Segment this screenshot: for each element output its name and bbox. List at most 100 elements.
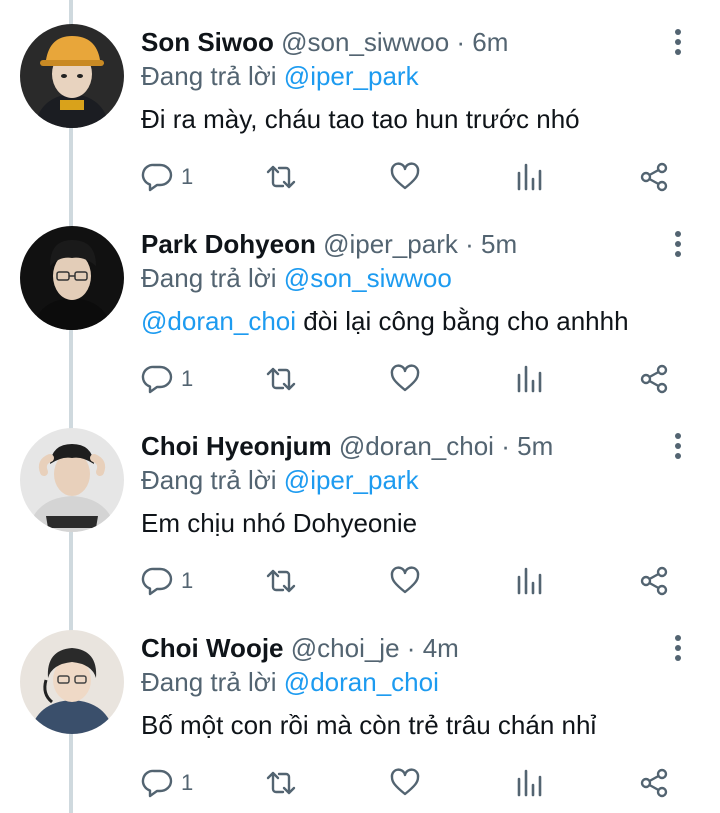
avatar-image [20, 226, 124, 330]
reply-button[interactable]: 1 [141, 562, 193, 600]
share-button[interactable] [638, 764, 670, 802]
tweet-text: Bố một con rồi mà còn trẻ trâu chán nhỉ [141, 706, 596, 744]
stats-button[interactable] [514, 764, 546, 802]
share-icon [640, 364, 668, 394]
stats-button[interactable] [514, 158, 546, 196]
vertical-dots-icon [675, 433, 681, 439]
more-options-button[interactable] [664, 228, 692, 260]
text-content: Đi ra mày, cháu tao tao hun trước nhó [141, 104, 580, 134]
reply-tweet[interactable]: Choi Hyeonjum @doran_choi · 5m Đang trả … [0, 404, 720, 606]
share-button[interactable] [638, 158, 670, 196]
timestamp[interactable]: 5m [517, 431, 553, 461]
tweet-header: Choi Hyeonjum @doran_choi · 5m [141, 428, 553, 464]
display-name[interactable]: Park Dohyeon [141, 229, 316, 259]
vertical-dots-icon [675, 231, 681, 237]
replying-to-mention[interactable]: @doran_choi [284, 667, 439, 697]
share-button[interactable] [638, 562, 670, 600]
display-name[interactable]: Choi Wooje [141, 633, 284, 663]
user-handle[interactable]: @iper_park [323, 229, 458, 259]
action-bar: 1 [0, 352, 720, 406]
avatar[interactable] [20, 24, 124, 128]
tweet-header: Park Dohyeon @iper_park · 5m [141, 226, 517, 262]
replying-to: Đang trả lời @iper_park [141, 462, 419, 498]
reply-count: 1 [181, 568, 194, 593]
separator-dot: · [465, 229, 474, 259]
reply-tweet[interactable]: Choi Wooje @choi_je · 4m Đang trả lời @d… [0, 606, 720, 808]
speech-bubble-icon [141, 365, 173, 394]
stats-button[interactable] [514, 360, 546, 398]
bar-chart-icon [517, 769, 542, 797]
tweet-text: @doran_choi đòi lại công bằng cho anhhh [141, 302, 629, 340]
avatar-image [20, 630, 124, 734]
replying-to-label: Đang trả lời [141, 667, 277, 697]
more-options-button[interactable] [664, 430, 692, 462]
replying-to: Đang trả lời @doran_choi [141, 664, 439, 700]
speech-bubble-icon [141, 163, 173, 192]
replying-to-mention[interactable]: @iper_park [284, 465, 419, 495]
reply-tweet[interactable]: Park Dohyeon @iper_park · 5m Đang trả lờ… [0, 202, 720, 404]
tweet-header: Choi Wooje @choi_je · 4m [141, 630, 459, 666]
more-options-button[interactable] [664, 632, 692, 664]
replying-to-mention[interactable]: @son_siwwoo [284, 263, 452, 293]
avatar[interactable] [20, 428, 124, 532]
tweet-header: Son Siwoo @son_siwwoo · 6m [141, 24, 508, 60]
timestamp[interactable]: 6m [472, 27, 508, 57]
heart-icon [390, 768, 420, 796]
reply-count: 1 [181, 366, 194, 391]
replying-to-label: Đang trả lời [141, 263, 277, 293]
user-handle[interactable]: @son_siwwoo [281, 27, 449, 57]
timestamp[interactable]: 4m [423, 633, 459, 663]
text-mention[interactable]: @doran_choi [141, 306, 296, 336]
retweet-arrows-icon [266, 165, 296, 189]
replying-to-label: Đang trả lời [141, 61, 277, 91]
user-handle[interactable]: @doran_choi [339, 431, 494, 461]
avatar-image [20, 24, 124, 128]
share-icon [640, 162, 668, 192]
bar-chart-icon [517, 567, 542, 595]
like-button[interactable] [389, 158, 421, 196]
separator-dot: · [406, 633, 416, 663]
separator-dot: · [456, 27, 466, 57]
action-bar: 1 [0, 150, 720, 204]
avatar-image [20, 428, 124, 532]
retweet-arrows-icon [266, 771, 296, 795]
timestamp[interactable]: 5m [481, 229, 517, 259]
retweet-button[interactable] [265, 562, 297, 600]
display-name[interactable]: Son Siwoo [141, 27, 274, 57]
reply-button[interactable]: 1 [141, 360, 193, 398]
replying-to-mention[interactable]: @iper_park [284, 61, 419, 91]
stats-button[interactable] [514, 562, 546, 600]
user-handle[interactable]: @choi_je [291, 633, 400, 663]
text-content: Em chịu nhó Dohyeonie [141, 508, 418, 538]
like-button[interactable] [389, 562, 421, 600]
avatar[interactable] [20, 226, 124, 330]
heart-icon [390, 566, 420, 594]
reply-tweet[interactable]: Son Siwoo @son_siwwoo · 6m Đang trả lời … [0, 0, 720, 202]
reply-button[interactable]: 1 [141, 764, 193, 802]
text-content: Bố một con rồi mà còn trẻ trâu chán nhỉ [141, 710, 597, 740]
speech-bubble-icon [141, 769, 173, 798]
vertical-dots-icon [675, 29, 681, 35]
text-content: đòi lại công bằng cho anhhh [296, 306, 629, 336]
bar-chart-icon [517, 365, 542, 393]
reply-button[interactable]: 1 [141, 158, 193, 196]
share-button[interactable] [638, 360, 670, 398]
retweet-button[interactable] [265, 158, 297, 196]
tweet-text: Đi ra mày, cháu tao tao hun trước nhó [141, 100, 580, 138]
display-name[interactable]: Choi Hyeonjum [141, 431, 332, 461]
speech-bubble-icon [141, 567, 173, 596]
replying-to: Đang trả lời @son_siwwoo [141, 260, 452, 296]
retweet-button[interactable] [265, 764, 297, 802]
reply-count: 1 [181, 164, 194, 189]
more-options-button[interactable] [664, 26, 692, 58]
avatar[interactable] [20, 630, 124, 734]
like-button[interactable] [389, 764, 421, 802]
replying-to-label: Đang trả lời [141, 465, 277, 495]
action-bar: 1 [0, 756, 720, 810]
retweet-button[interactable] [265, 360, 297, 398]
tweet-text: Em chịu nhó Dohyeonie [141, 504, 417, 542]
like-button[interactable] [389, 360, 421, 398]
share-icon [640, 566, 668, 596]
separator-dot: · [501, 431, 510, 461]
heart-icon [390, 364, 420, 392]
